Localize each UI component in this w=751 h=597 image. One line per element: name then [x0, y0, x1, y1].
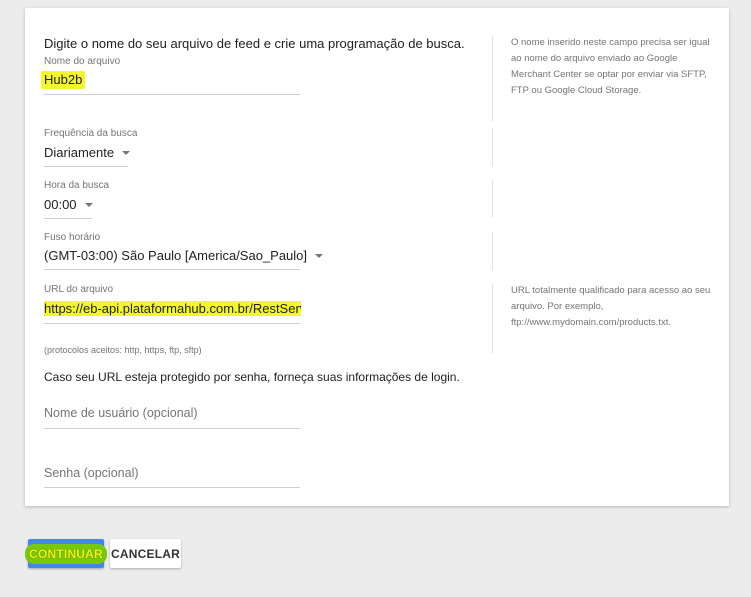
- file-name-label: Nome do arquivo: [44, 56, 121, 67]
- continue-label: CONTINUAR: [25, 543, 107, 564]
- divider: [492, 284, 493, 354]
- fetch-time-value: 00:00: [44, 197, 77, 212]
- timezone-label: Fuso horário: [44, 232, 101, 243]
- fetch-time-underline: [44, 218, 92, 219]
- username-input[interactable]: Nome de usuário (opcional): [44, 406, 198, 420]
- file-name-help: O nome inserido neste campo precisa ser …: [511, 37, 710, 96]
- file-name-underline: [44, 94, 300, 95]
- file-url-help: URL totalmente qualificado para acesso a…: [511, 285, 711, 328]
- file-name-value: Hub2b: [41, 71, 86, 89]
- caret-down-icon: [122, 150, 131, 155]
- timezone-dropdown[interactable]: (GMT-03:00) São Paulo [America/Sao_Paulo…: [44, 248, 324, 263]
- file-url-underline: [44, 323, 300, 324]
- timezone-underline: [44, 269, 300, 270]
- frequency-value: Diariamente: [44, 145, 115, 160]
- caret-down-icon: [315, 253, 324, 258]
- password-input[interactable]: Senha (opcional): [44, 466, 139, 480]
- frequency-dropdown[interactable]: Diariamente: [44, 145, 131, 160]
- divider: [492, 232, 493, 270]
- caret-down-icon: [84, 202, 93, 207]
- password-underline: [44, 487, 300, 488]
- file-url-value: https://eb-api.plataformahub.com.br/Rest…: [44, 301, 301, 316]
- cancel-button[interactable]: CANCELAR: [110, 539, 181, 568]
- feed-setup-card: Digite o nome do seu arquivo de feed e c…: [25, 8, 729, 506]
- file-url-label: URL do arquivo: [44, 284, 114, 295]
- form-intro: Digite o nome do seu arquivo de feed e c…: [44, 36, 465, 51]
- file-url-input[interactable]: https://eb-api.plataformahub.com.br/Rest…: [44, 301, 301, 316]
- continue-button[interactable]: CONTINUAR: [25, 539, 107, 568]
- divider: [492, 128, 493, 166]
- timezone-value: (GMT-03:00) São Paulo [America/Sao_Paulo…: [44, 248, 308, 263]
- frequency-underline: [44, 166, 128, 167]
- fetch-time-label: Hora da busca: [44, 180, 110, 191]
- frequency-label: Frequência da busca: [44, 128, 138, 139]
- protocols-note: (protocolos aceitos: http, https, ftp, s…: [44, 345, 202, 355]
- divider: [492, 36, 493, 122]
- divider: [492, 180, 493, 218]
- username-underline: [44, 428, 300, 429]
- login-note: Caso seu URL esteja protegido por senha,…: [44, 370, 460, 384]
- file-name-input[interactable]: Hub2b: [41, 71, 86, 89]
- fetch-time-dropdown[interactable]: 00:00: [44, 197, 93, 212]
